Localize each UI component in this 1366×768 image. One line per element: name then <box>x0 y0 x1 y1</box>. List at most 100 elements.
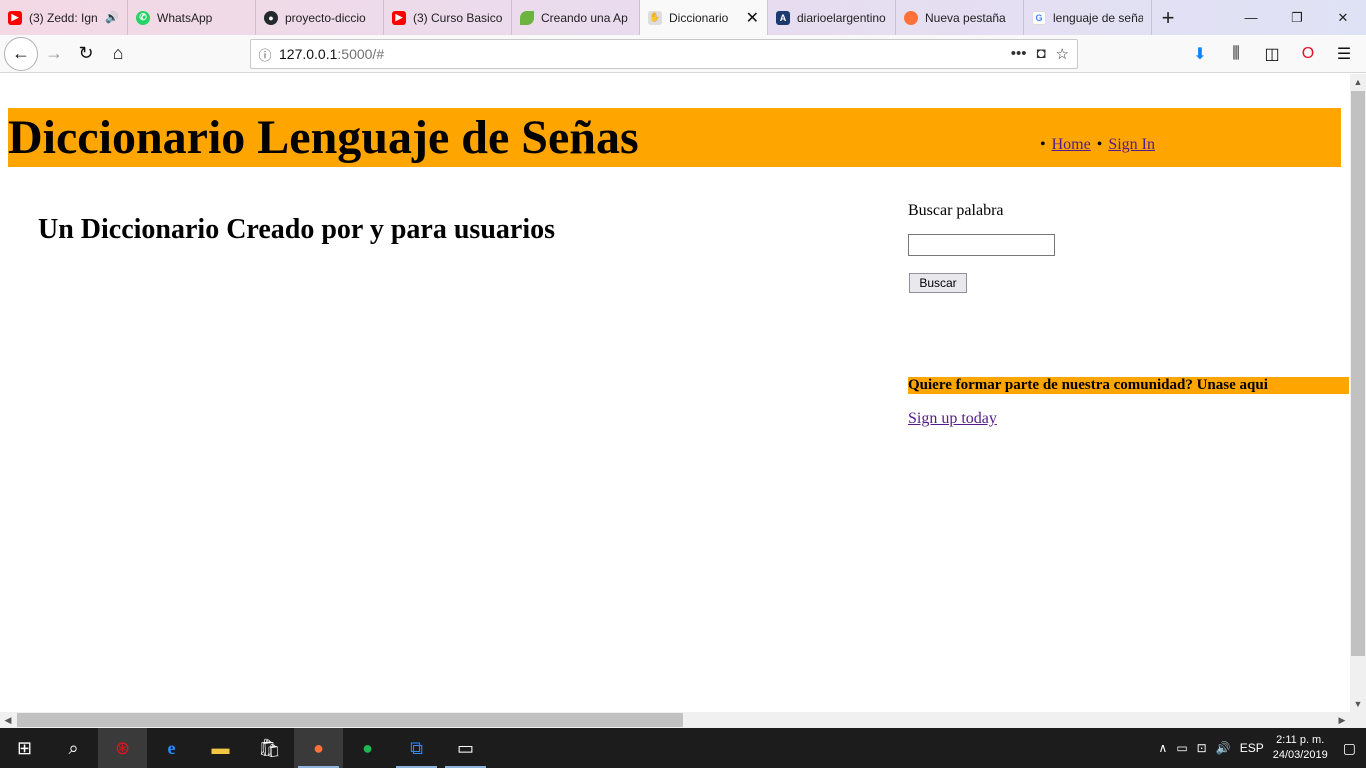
minimize-button[interactable]: — <box>1228 0 1274 35</box>
restore-button[interactable]: ❐ <box>1274 0 1320 35</box>
vertical-scrollbar[interactable]: ▲ ▼ <box>1350 74 1366 712</box>
github-icon: ● <box>264 10 278 25</box>
file-explorer-icon[interactable]: ▬ <box>196 728 245 768</box>
tab-title: proyecto-diccio <box>285 10 366 25</box>
terminal-icon[interactable]: ▭ <box>441 728 490 768</box>
site-nav: Home Sign In <box>1040 136 1155 154</box>
tab-diario[interactable]: A diarioelargentino <box>768 0 896 35</box>
vscode-icon[interactable]: ⧉ <box>392 728 441 768</box>
network-icon[interactable]: ⊡ <box>1197 741 1207 755</box>
search-button[interactable]: Buscar <box>909 273 967 293</box>
library-icon: ⫼ <box>1232 45 1240 62</box>
tab-title: Nueva pestaña <box>925 10 1006 25</box>
menu-button[interactable]: ☰ <box>1328 38 1360 70</box>
scroll-corner <box>1350 712 1366 728</box>
nav-item-signin: Sign In <box>1097 136 1155 154</box>
opera-extension-button[interactable]: O <box>1292 38 1324 70</box>
reload-button[interactable]: ↻ <box>70 38 102 70</box>
new-tab-button[interactable]: + <box>1152 0 1184 35</box>
google-icon: G <box>1032 10 1046 25</box>
download-icon: ⬇ <box>1193 46 1207 63</box>
tab-diccionario[interactable]: ✋ Diccionario ✕ <box>640 0 768 35</box>
sign-up-link[interactable]: Sign up today <box>908 410 997 428</box>
url-path: :5000/# <box>337 46 385 62</box>
page-content: Diccionario Lenguaje de Señas Home Sign … <box>0 74 1350 712</box>
windows-taskbar: ⊞ ⌕ ⊛ e ▬ 🛍 ● ● ⧉ ▭ ∧ ▭ ⊡ 🔊 ESP 2:11 p. … <box>0 728 1366 768</box>
speaker-icon[interactable]: 🔊 <box>105 11 119 24</box>
community-promo: Quiere formar parte de nuestra comunidad… <box>908 377 1349 394</box>
arrow-left-icon: ← <box>12 43 30 63</box>
search-icon[interactable]: ⌕ <box>49 728 98 768</box>
scroll-left-icon[interactable]: ◀ <box>0 712 16 728</box>
back-button[interactable]: ← <box>4 36 38 71</box>
hamburger-menu-icon: ☰ <box>1336 46 1352 63</box>
opera-icon: O <box>1301 45 1315 62</box>
site-title: Diccionario Lenguaje de Señas <box>8 111 639 164</box>
tab-strip: ▶ (3) Zedd: Ign 🔊 ✆ WhatsApp ● proyecto-… <box>0 0 1366 35</box>
clock-date: 24/03/2019 <box>1272 749 1328 761</box>
scroll-right-icon[interactable]: ▶ <box>1334 712 1350 728</box>
tab-creando-app[interactable]: Creando una Ap <box>512 0 640 35</box>
volume-icon[interactable]: 🔊 <box>1216 741 1231 755</box>
url-bar[interactable]: ⓘ 127.0.0.1:5000/# ••• ◘ ☆ <box>250 39 1078 69</box>
nav-item-home: Home <box>1040 136 1091 154</box>
window-controls: — ❐ ✕ <box>1228 0 1366 35</box>
clock[interactable]: 2:11 p. m. 24/03/2019 <box>1273 733 1328 763</box>
youtube-icon: ▶ <box>8 10 22 25</box>
horizontal-scrollbar[interactable]: ◀ ▶ <box>0 712 1350 728</box>
spotify-icon[interactable]: ● <box>343 728 392 768</box>
search-input[interactable] <box>908 234 1055 256</box>
bookmark-star-icon[interactable]: ☆ <box>1056 45 1069 63</box>
tab-youtube-curso[interactable]: ▶ (3) Curso Basico <box>384 0 512 35</box>
vertical-scroll-thumb[interactable] <box>1351 91 1365 656</box>
sidebar-icon: ◫ <box>1264 46 1280 63</box>
store-icon[interactable]: 🛍 <box>245 728 294 768</box>
close-window-button[interactable]: ✕ <box>1320 0 1366 35</box>
edge-icon[interactable]: e <box>147 728 196 768</box>
info-icon[interactable]: ⓘ <box>251 45 279 64</box>
horizontal-scroll-thumb[interactable] <box>17 713 683 727</box>
firefox-icon <box>904 10 918 25</box>
url-host: 127.0.0.1 <box>279 46 338 62</box>
tab-whatsapp[interactable]: ✆ WhatsApp <box>128 0 256 35</box>
search-label: Buscar palabra <box>908 202 1004 219</box>
language-indicator[interactable]: ESP <box>1240 741 1264 755</box>
more-actions-icon[interactable]: ••• <box>1011 45 1027 63</box>
battery-icon[interactable]: ▭ <box>1176 741 1187 755</box>
forward-button[interactable]: → <box>38 38 70 70</box>
page-subtitle: Un Diccionario Creado por y para usuario… <box>38 214 555 245</box>
pocket-icon[interactable]: ◘ <box>1036 45 1045 63</box>
tab-youtube-zedd[interactable]: ▶ (3) Zedd: Ign 🔊 <box>0 0 128 35</box>
notifications-icon[interactable]: ▢ <box>1343 740 1356 757</box>
downloads-button[interactable]: ⬇ <box>1184 38 1216 70</box>
navigation-toolbar: ← → ↻ ⌂ ⓘ 127.0.0.1:5000/# ••• ◘ ☆ ⬇ ⫼ ◫… <box>0 35 1366 73</box>
tab-title: diarioelargentino <box>797 10 886 25</box>
sidebar-button[interactable]: ◫ <box>1256 38 1288 70</box>
app-icon[interactable]: ⊛ <box>98 728 147 768</box>
sign-in-link[interactable]: Sign In <box>1108 136 1155 153</box>
windows-start-icon[interactable]: ⊞ <box>0 728 49 768</box>
home-link[interactable]: Home <box>1052 136 1091 153</box>
system-tray: ∧ ▭ ⊡ 🔊 ESP 2:11 p. m. 24/03/2019 ▢ <box>1159 733 1366 763</box>
home-icon: ⌂ <box>112 43 124 63</box>
tab-title: Diccionario <box>669 10 729 25</box>
tab-google[interactable]: G lenguaje de seña <box>1024 0 1152 35</box>
scroll-down-icon[interactable]: ▼ <box>1350 696 1366 712</box>
tab-github[interactable]: ● proyecto-diccio <box>256 0 384 35</box>
close-tab-icon[interactable]: ✕ <box>746 8 759 28</box>
home-button[interactable]: ⌂ <box>102 38 134 70</box>
scroll-up-icon[interactable]: ▲ <box>1350 74 1366 90</box>
library-button[interactable]: ⫼ <box>1220 38 1252 70</box>
reload-icon: ↻ <box>78 43 94 63</box>
tab-title: (3) Zedd: Ign <box>29 10 98 25</box>
diario-icon: A <box>776 10 790 25</box>
firefox-icon[interactable]: ● <box>294 728 343 768</box>
site-header: Diccionario Lenguaje de Señas Home Sign … <box>8 108 1341 167</box>
chevron-up-icon[interactable]: ∧ <box>1159 741 1168 755</box>
arrow-right-icon: → <box>45 43 63 63</box>
tab-title: (3) Curso Basico <box>413 10 503 25</box>
tab-title: Creando una Ap <box>541 10 628 25</box>
tab-title: WhatsApp <box>157 10 213 25</box>
page-icon: ✋ <box>648 10 662 25</box>
tab-nueva[interactable]: Nueva pestaña <box>896 0 1024 35</box>
